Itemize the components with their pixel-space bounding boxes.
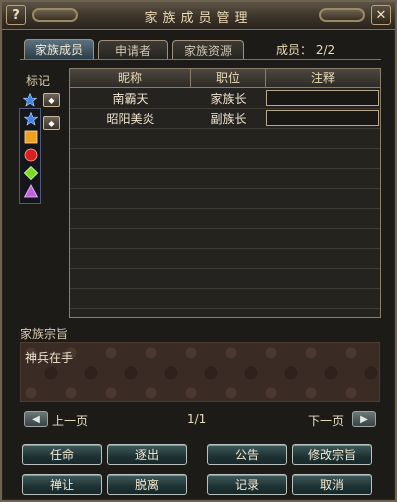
purple-triangle-icon[interactable] xyxy=(23,183,39,199)
member-position: 副族长 xyxy=(210,112,247,126)
column-header-nickname[interactable]: 昵称 xyxy=(70,69,191,87)
help-icon[interactable]: ? xyxy=(6,5,26,25)
column-header-note[interactable]: 注释 xyxy=(266,69,380,87)
table-body: 南霸天 家族长 昭阳美炎 副族长 xyxy=(70,88,380,317)
member-name: 南霸天 xyxy=(112,92,149,106)
mark-dropdown-row-1[interactable]: ◆ xyxy=(43,93,60,107)
family-purpose-area: 神兵在手 xyxy=(20,342,380,402)
orange-square-icon[interactable] xyxy=(23,129,39,145)
close-icon[interactable]: ✕ xyxy=(371,5,391,25)
family-purpose-label: 家族宗旨 xyxy=(20,327,69,341)
title-bar[interactable]: 家族成员管理 ? ✕ xyxy=(2,2,395,30)
page-indicator: 1/1 xyxy=(187,412,207,426)
leave-family-button[interactable]: 脱离 xyxy=(107,474,187,495)
blue-star-icon[interactable] xyxy=(23,111,39,127)
member-table: 昵称 职位 注释 南霸天 家族长 昭阳美炎 副族长 xyxy=(69,68,381,318)
tab-family-resources[interactable]: 家族资源 xyxy=(172,40,244,59)
prev-page-arrow-icon[interactable]: ◀ xyxy=(24,411,48,427)
table-header: 昵称 职位 注释 xyxy=(70,69,380,88)
family-member-management-window: 家族成员管理 ? ✕ 家族成员 申请者 家族资源 成员： 2/2 标记 ◆ ◆ xyxy=(0,0,397,502)
tab-divider xyxy=(20,59,381,60)
table-row[interactable]: 南霸天 家族长 xyxy=(70,88,380,108)
edit-purpose-button[interactable]: 修改宗旨 xyxy=(292,444,372,465)
column-header-position[interactable]: 职位 xyxy=(191,69,266,87)
cancel-button[interactable]: 取消 xyxy=(292,474,372,495)
family-purpose-text: 神兵在手 xyxy=(25,351,74,365)
table-row[interactable]: 昭阳美炎 副族长 xyxy=(70,108,380,128)
next-page-arrow-icon[interactable]: ▶ xyxy=(352,411,376,427)
appoint-button[interactable]: 任命 xyxy=(22,444,102,465)
marks-label: 标记 xyxy=(26,74,51,88)
prev-page-label[interactable]: 上一页 xyxy=(52,412,88,429)
member-note-field[interactable] xyxy=(266,90,379,106)
member-note-field[interactable] xyxy=(266,110,379,126)
next-page-label[interactable]: 下一页 xyxy=(308,412,344,429)
red-circle-icon[interactable] xyxy=(23,147,39,163)
expel-button[interactable]: 逐出 xyxy=(107,444,187,465)
mark-dropdown-row-2[interactable]: ◆ xyxy=(43,116,60,130)
log-button[interactable]: 记录 xyxy=(207,474,287,495)
member-position: 家族长 xyxy=(210,92,247,106)
selected-mark-blue-star-icon[interactable] xyxy=(22,92,38,108)
tab-family-members[interactable]: 家族成员 xyxy=(24,39,94,59)
abdicate-button[interactable]: 禅让 xyxy=(22,474,102,495)
announcement-button[interactable]: 公告 xyxy=(207,444,287,465)
tab-applicants[interactable]: 申请者 xyxy=(98,40,168,59)
member-name: 昭阳美炎 xyxy=(106,112,155,126)
green-diamond-icon[interactable] xyxy=(23,165,39,181)
member-count: 成员： 2/2 xyxy=(276,43,336,57)
marks-column: ◆ ◆ xyxy=(19,88,67,206)
window-title: 家族成员管理 xyxy=(144,11,253,26)
mark-palette xyxy=(19,108,41,204)
